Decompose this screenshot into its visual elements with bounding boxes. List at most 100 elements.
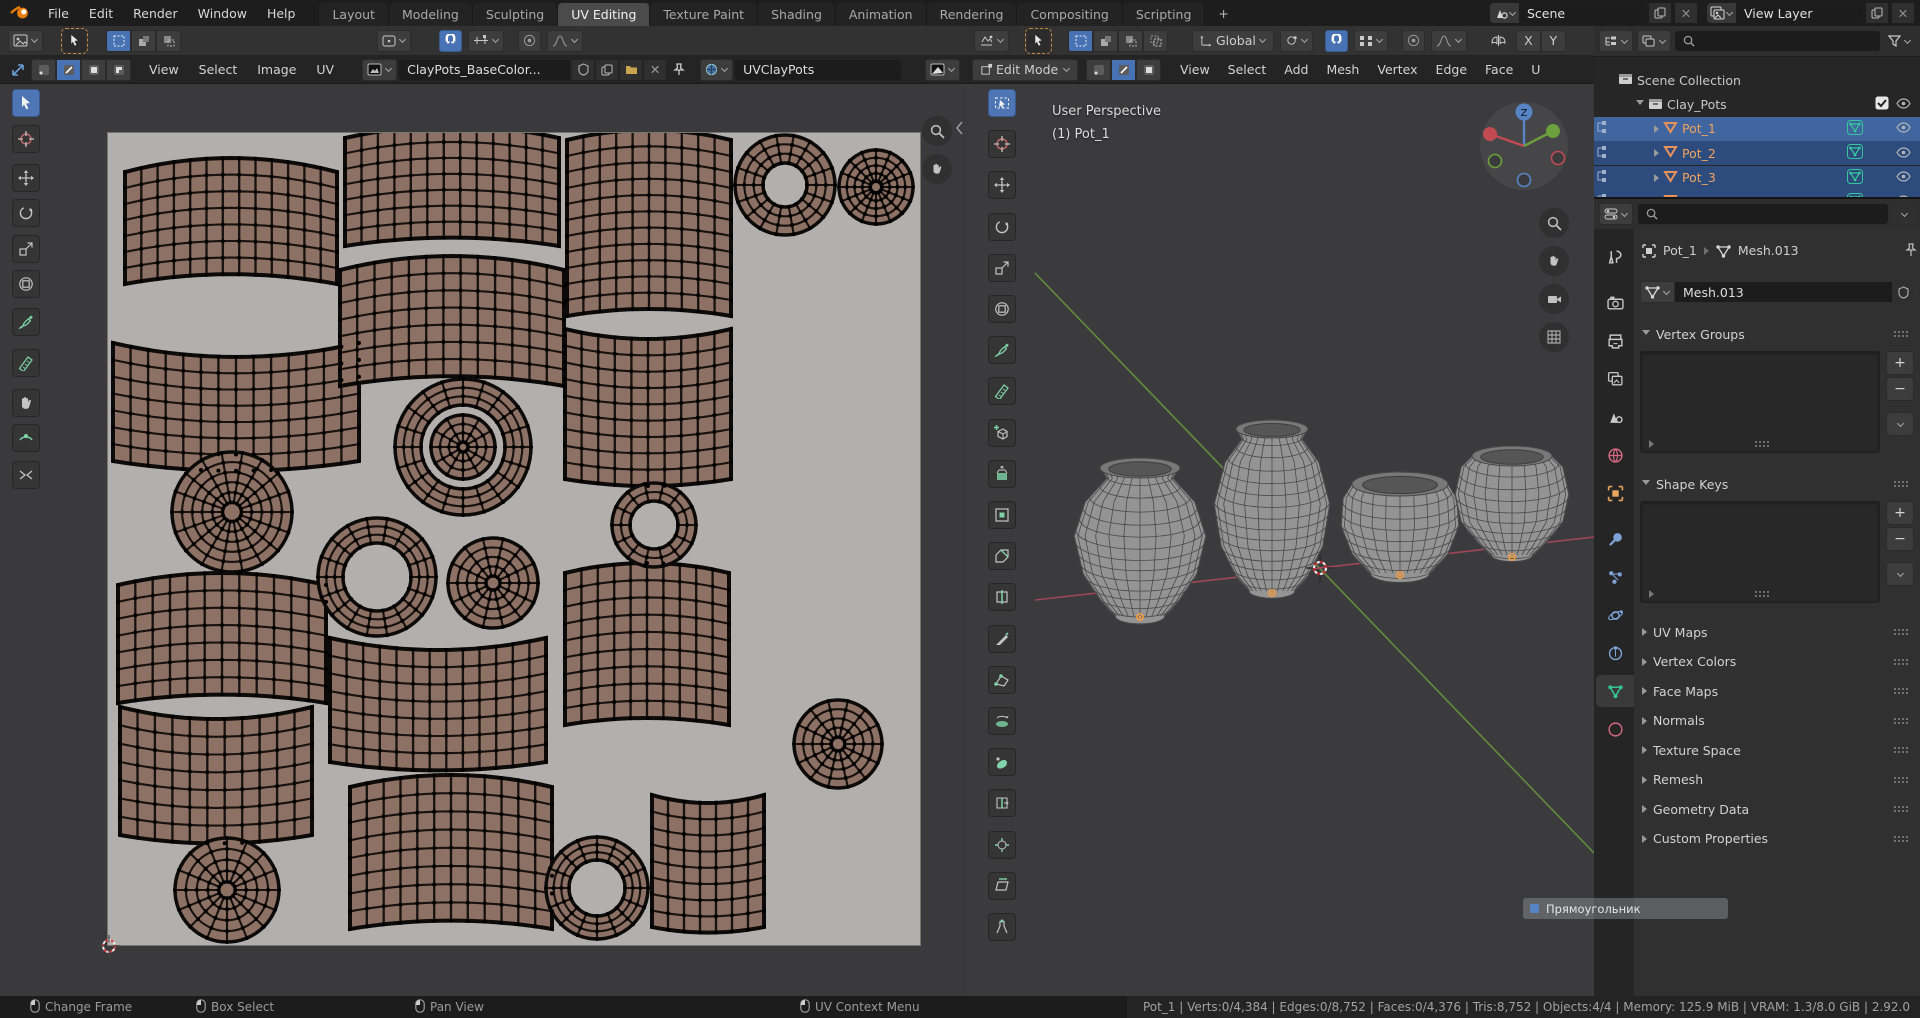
outliner-filter-button[interactable] [1884, 31, 1915, 51]
uv-select-subtract-button[interactable] [156, 29, 181, 52]
tab-scene[interactable] [1596, 401, 1634, 433]
uv-active-tool-button[interactable] [61, 27, 88, 54]
tool-transform-button[interactable] [988, 295, 1016, 323]
pin-icon[interactable] [668, 60, 690, 80]
panel-vertex-colors-header[interactable]: Vertex Colors [1634, 649, 1920, 675]
expand-icon[interactable] [1654, 149, 1659, 157]
vp-proportional-toggle[interactable] [1401, 29, 1425, 52]
vp-menu-face[interactable]: Face [1476, 62, 1522, 77]
fake-user-shield-icon[interactable] [572, 59, 595, 80]
uv-menu-uv[interactable]: UV [306, 62, 344, 77]
tool-rip-button[interactable] [988, 913, 1016, 941]
uv-menu-select[interactable]: Select [189, 62, 248, 77]
outliner-row-pot-3[interactable]: Pot_3 [1594, 165, 1920, 190]
workspace-tab-modeling[interactable]: Modeling [388, 3, 473, 26]
outliner-item-label[interactable]: Clay_Pots [1667, 97, 1727, 112]
outliner-item-label[interactable]: Scene Collection [1637, 73, 1741, 88]
tool-annotate-button[interactable] [988, 336, 1016, 364]
workspace-tab-layout[interactable]: Layout [319, 3, 389, 26]
mesh-browse-button[interactable] [1640, 281, 1675, 303]
outliner-row-pot-2[interactable]: Pot_2 [1594, 141, 1920, 165]
vgroup-remove-button[interactable]: − [1886, 377, 1914, 401]
workspace-tab-rendering[interactable]: Rendering [926, 3, 1018, 26]
tool-tweak-button[interactable] [12, 89, 40, 117]
vp-select-subtract-button[interactable] [1118, 29, 1143, 52]
workspace-tab-shading[interactable]: Shading [758, 3, 836, 26]
uv-sidebar-collapse-icon[interactable] [954, 120, 964, 136]
mirror-y-button[interactable]: Y [1540, 29, 1566, 52]
view-layer-copy-button[interactable] [1866, 3, 1888, 23]
panel-grip-icon[interactable] [1893, 657, 1910, 666]
tab-view-layer[interactable] [1596, 363, 1634, 395]
tool-edge-slide-button[interactable] [988, 789, 1016, 817]
tab-modifiers[interactable] [1596, 523, 1634, 555]
face-select-button[interactable] [1136, 58, 1161, 81]
vp-menu-add[interactable]: Add [1275, 62, 1317, 77]
tool-transform-button[interactable] [12, 270, 40, 298]
tab-physics[interactable] [1596, 599, 1634, 631]
vp-camera-icon[interactable] [1539, 284, 1569, 314]
panel-vertex-groups-header[interactable]: Vertex Groups [1634, 321, 1920, 347]
tab-object[interactable] [1596, 477, 1634, 509]
tool-loop-cut-button[interactable] [988, 583, 1016, 611]
outliner-item-label[interactable]: Pot_1 [1682, 121, 1716, 136]
vp-menu-vertex[interactable]: Vertex [1368, 62, 1426, 77]
viewport-active-tool-button[interactable] [1025, 27, 1052, 54]
scene-name-field[interactable]: Scene [1519, 3, 1645, 23]
vertex-select-button[interactable] [1086, 58, 1111, 81]
pin-id-icon[interactable] [1904, 243, 1918, 257]
mesh-name-field[interactable]: Mesh.013 [1675, 282, 1892, 302]
panel-geometry-data-header[interactable]: Geometry Data [1634, 796, 1920, 822]
viewport-editor-type-button[interactable] [974, 29, 1009, 52]
hide-eye-icon[interactable] [1896, 170, 1911, 185]
breadcrumb-object[interactable]: Pot_1 [1663, 243, 1697, 258]
tool-poly-build-button[interactable] [988, 666, 1016, 694]
menu-file[interactable]: File [38, 6, 79, 21]
vp-zoom-icon[interactable] [1539, 208, 1569, 238]
tool-box-select-button[interactable] [988, 89, 1016, 117]
scene-copy-button[interactable] [1649, 3, 1671, 23]
tool-shrink-fatten-button[interactable] [988, 831, 1016, 859]
panel-remesh-header[interactable]: Remesh [1634, 767, 1920, 793]
uv-select-extend-button[interactable] [131, 29, 156, 52]
menu-render[interactable]: Render [123, 6, 188, 21]
tool-cursor-button[interactable] [988, 130, 1016, 158]
list-expand-icon[interactable] [1649, 440, 1654, 448]
outliner-search-input[interactable] [1675, 31, 1880, 51]
vp-select-new-button[interactable] [1068, 29, 1093, 52]
uv-canvas[interactable] [0, 84, 966, 996]
uv-menu-image[interactable]: Image [247, 62, 306, 77]
vp-menu-mesh[interactable]: Mesh [1317, 62, 1368, 77]
new-image-button[interactable] [596, 59, 619, 80]
panel-grip-icon[interactable] [1893, 330, 1910, 338]
panel-grip-icon[interactable] [1893, 746, 1910, 754]
outliner-item-label[interactable]: Pot_2 [1682, 146, 1716, 161]
tool-pinch-button[interactable] [12, 461, 40, 489]
outliner-display-mode-button[interactable] [1599, 30, 1633, 52]
view-layer-selector[interactable]: View Layer [1707, 3, 1862, 23]
tool-rotate-button[interactable] [12, 199, 40, 227]
add-workspace-button[interactable]: + [1205, 2, 1241, 25]
list-grip-icon[interactable] [1754, 440, 1771, 448]
properties-search-input[interactable] [1638, 204, 1888, 224]
panel-grip-icon[interactable] [1893, 834, 1910, 843]
orientation-dropdown[interactable]: Global [1192, 29, 1274, 52]
uv-image-name-field[interactable]: ClayPots_BaseColor... [399, 59, 571, 80]
outliner-filter-mode-button[interactable] [1637, 30, 1671, 52]
tool-bevel-button[interactable] [988, 542, 1016, 570]
breadcrumb-data[interactable]: Mesh.013 [1738, 243, 1799, 258]
outliner-row-pot-1[interactable]: Pot_1 [1594, 116, 1920, 141]
vp-select-intersect-button[interactable] [1143, 29, 1168, 52]
panel-grip-icon[interactable] [1893, 687, 1910, 695]
expand-icon[interactable] [1654, 173, 1659, 182]
menu-window[interactable]: Window [188, 6, 257, 21]
vp-select-extend-button[interactable] [1093, 29, 1118, 52]
hide-eye-icon[interactable] [1896, 121, 1911, 136]
uv-zoom-icon[interactable] [922, 116, 952, 146]
tool-inset-button[interactable] [988, 501, 1016, 529]
expand-icon[interactable] [1654, 124, 1659, 133]
properties-options-button[interactable] [1893, 204, 1915, 224]
tab-output[interactable] [1596, 325, 1634, 357]
panel-texture-space-header[interactable]: Texture Space [1634, 737, 1920, 763]
expand-icon[interactable] [1636, 100, 1644, 109]
